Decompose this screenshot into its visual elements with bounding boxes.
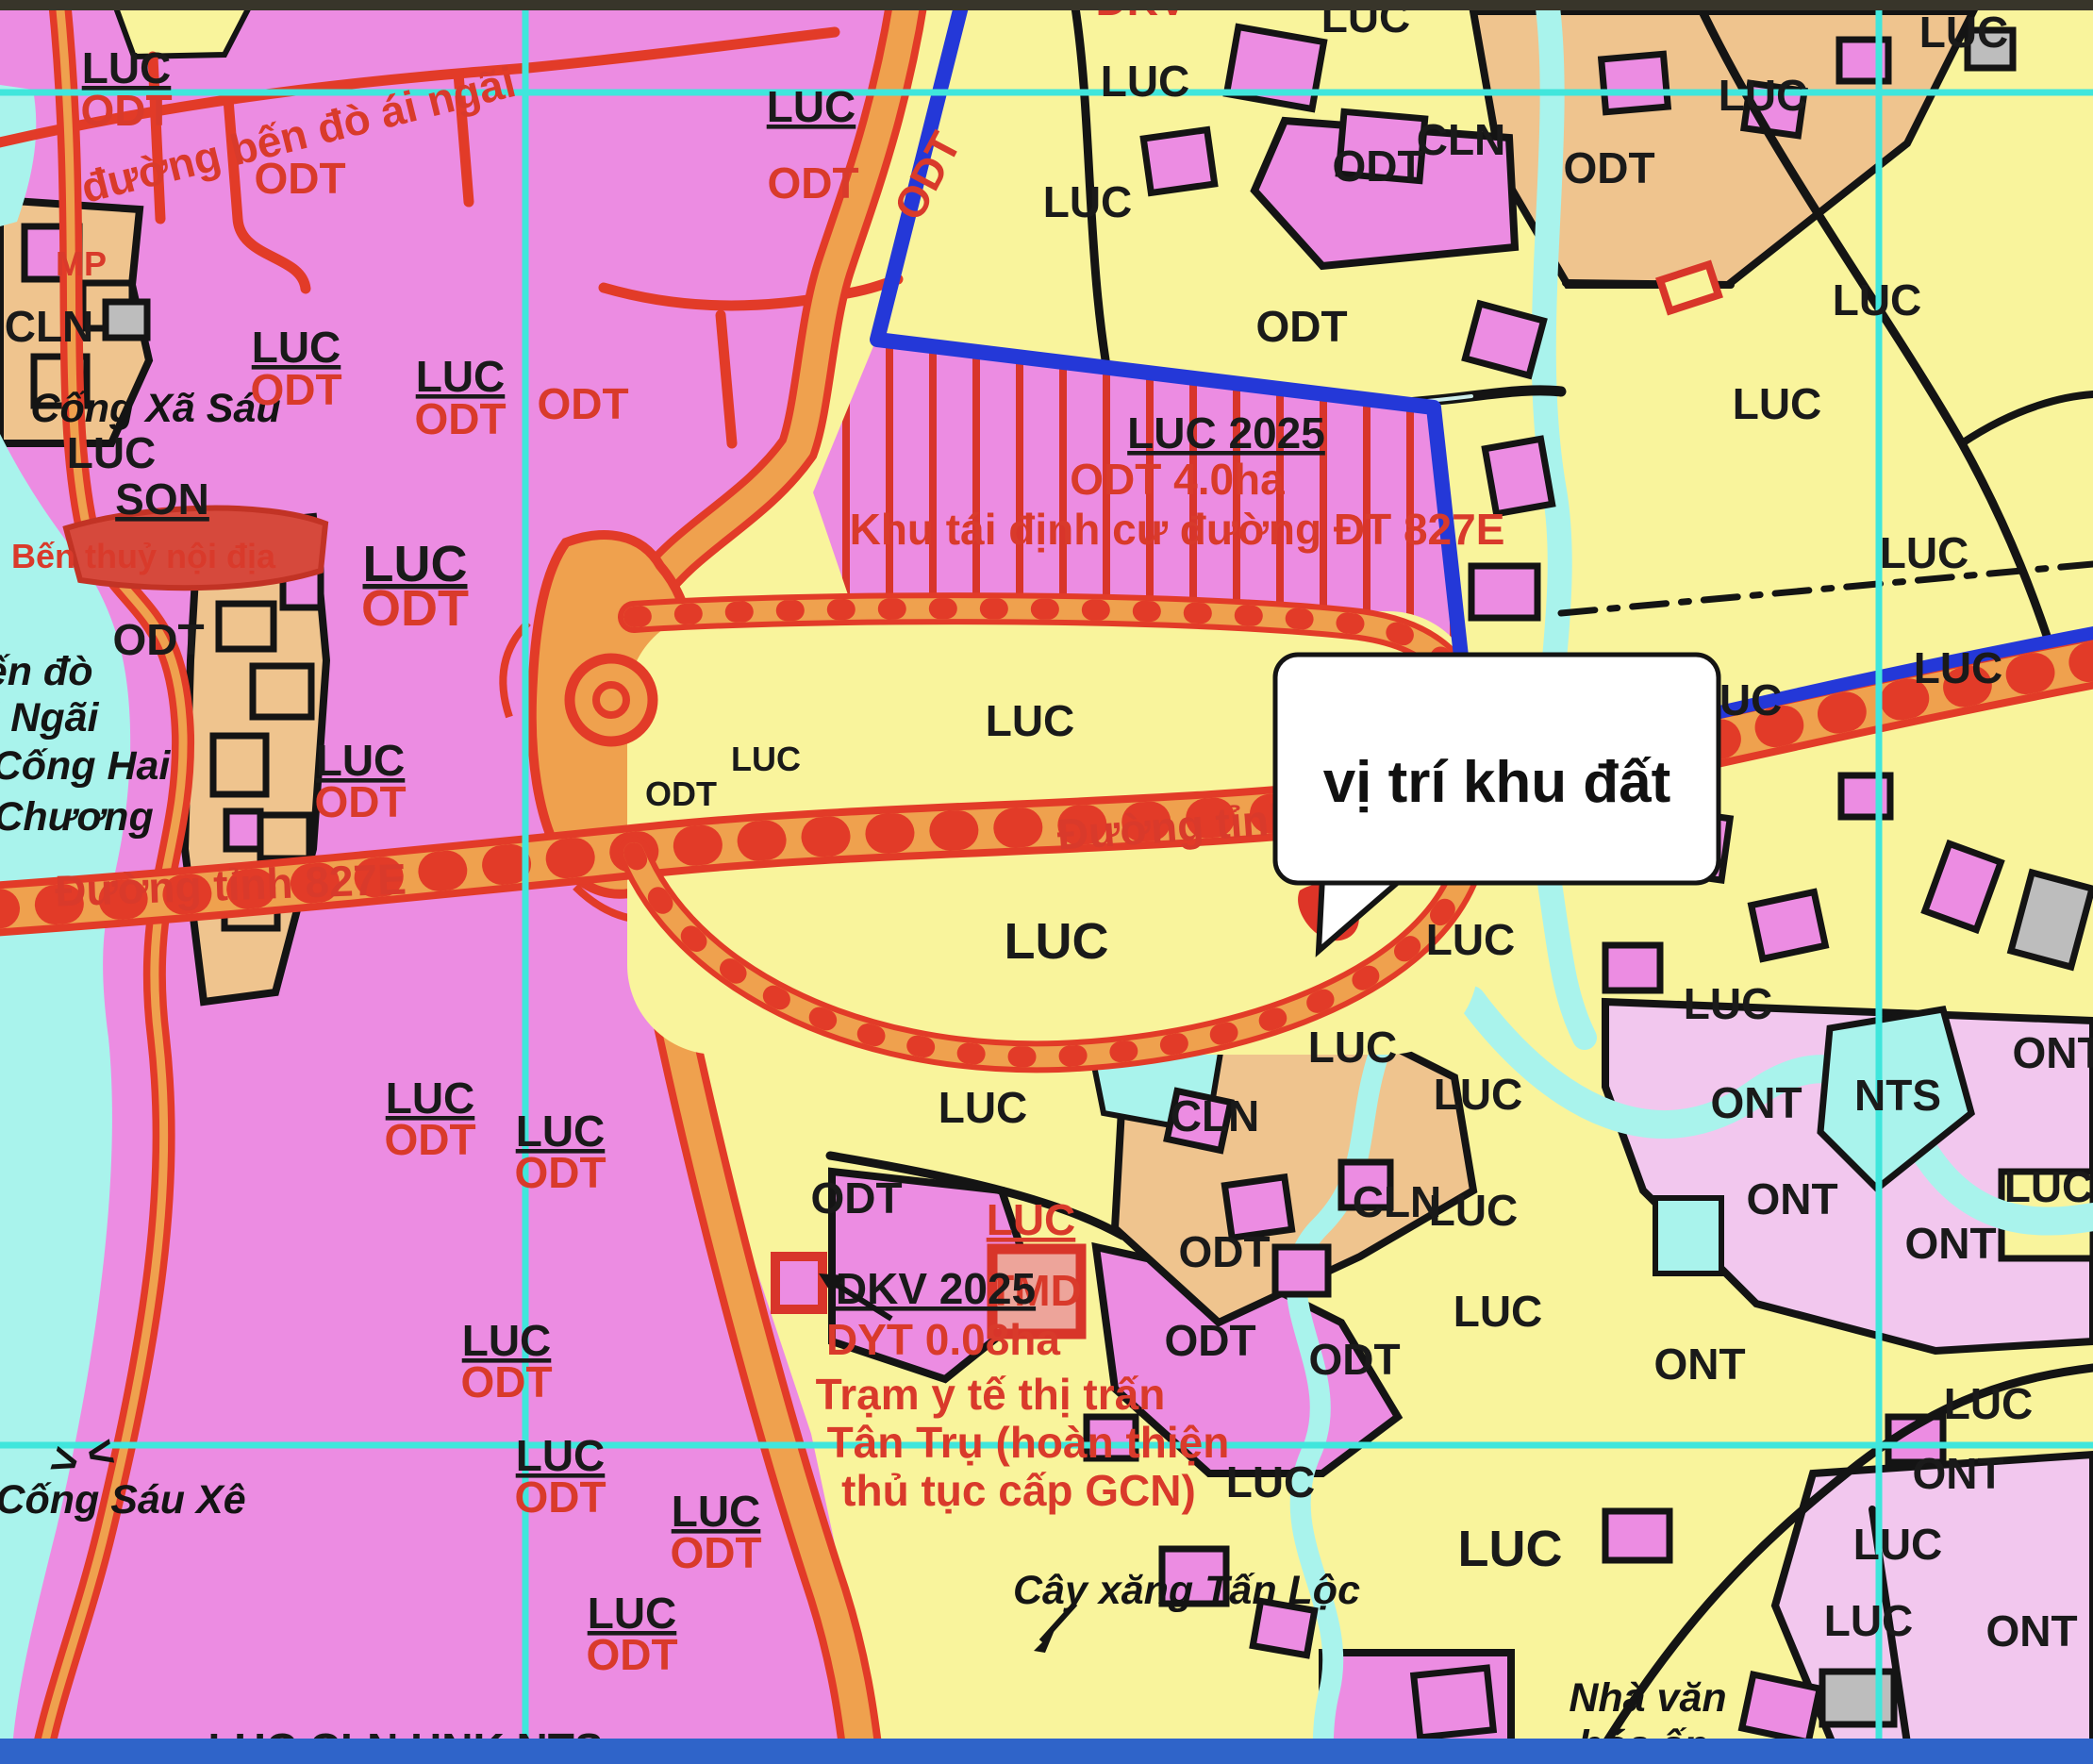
zone-label: LUC (987, 1195, 1076, 1244)
zone-label: CLN (1171, 1091, 1260, 1140)
plan-label: thủ tục cấp GCN) (841, 1466, 1196, 1515)
place-label: SON (115, 474, 209, 524)
zone-label: ODT (112, 615, 204, 664)
zone-label: ONT (1710, 1078, 1802, 1127)
zone-label: LUC (1426, 915, 1516, 964)
zone-label: ODT (1164, 1316, 1255, 1365)
zone-label: LUC (1914, 643, 2003, 692)
map-viewport: LUC ODT đường bến đò ái ngãi ODT MP Cống… (0, 0, 2093, 1764)
zone-label: ODT (250, 365, 341, 414)
zone-label: ODT (1255, 302, 1347, 351)
zone-label: ODT (810, 1173, 902, 1223)
zone-label: LUC (1833, 275, 1922, 325)
zone-label: LUC (1429, 1186, 1519, 1235)
roundabout-inner (596, 685, 626, 715)
zone-label: LUC (1043, 177, 1133, 226)
zone-label: ODT (384, 1115, 475, 1164)
place-label: Cây xăng Tấn Lộc (1013, 1568, 1360, 1613)
zone-label: LUC (1880, 528, 1969, 577)
zone-label: LUC (1453, 1287, 1543, 1336)
zone-label: LUC (67, 428, 157, 477)
zone-label: LUC (1005, 913, 1109, 970)
zone-label: LUC (939, 1083, 1028, 1132)
zone-label: LUC (1434, 1070, 1523, 1119)
zone-label: LUC (767, 82, 856, 131)
zone-label: LUC (1824, 1596, 1914, 1645)
zone-label: LUC (1733, 379, 1822, 428)
zone-label: LUC (1684, 979, 1773, 1028)
zone-label: ONT (1904, 1219, 1996, 1268)
callout-label: vị trí khu đất (1323, 750, 1671, 815)
place-label: Cống Sáu Xê (0, 1477, 246, 1523)
zone-label: ODT (537, 379, 628, 428)
zone-label: LUC (731, 740, 801, 778)
place-label: ái Ngãi (0, 695, 100, 741)
water-bit-b (1655, 1198, 1721, 1273)
plan-label: Tân Trụ (hoàn thiện (827, 1418, 1230, 1467)
top-dark-bar (0, 0, 2093, 10)
zone-label: ODT (514, 1148, 606, 1197)
zone-label: CLN (5, 302, 94, 351)
zone-label: LUC (1919, 8, 2009, 57)
zone-label: ODT (514, 1473, 606, 1522)
zone-label: ODT (460, 1357, 552, 1406)
zone-label: ONT (1912, 1449, 2003, 1498)
parcel-dyt-red (775, 1256, 822, 1309)
plan-label: Khu tái định cư đường ĐT 827E (850, 505, 1505, 554)
zone-label: ODT (645, 774, 717, 813)
zone-label: ODT (414, 394, 506, 443)
zone-label: ODT (1563, 143, 1654, 192)
zone-label: ODT (1332, 141, 1423, 191)
zone-label: LUC (986, 696, 1075, 745)
zone-label: ONT (1746, 1174, 1837, 1223)
zone-label: ODT (80, 86, 172, 135)
plan-label: DYT 0.08ha (826, 1315, 1060, 1364)
plan-label: ODT 4.0ha (1070, 455, 1285, 504)
place-label: Cống Xã Sáu (30, 386, 280, 431)
zone-label: ODT (314, 777, 406, 826)
zone-label: ODT (767, 158, 858, 208)
place-label: bến đò (0, 649, 92, 694)
zone-label: ODT (670, 1528, 761, 1577)
zone-label: LUC (2004, 1162, 2093, 1211)
zone-label: LUC (1226, 1457, 1316, 1506)
zone-label: LUC (1944, 1379, 2034, 1428)
zone-label: ONT (2012, 1028, 2093, 1077)
zone-label: ODT (1308, 1335, 1400, 1384)
zone-label: ODT (1178, 1227, 1270, 1276)
zone-label: LUC (1458, 1521, 1563, 1577)
zoning-map: LUC ODT đường bến đò ái ngãi ODT MP Cống… (0, 0, 2093, 1764)
plan-label: Trạm y tế thị trấn (816, 1370, 1166, 1419)
zone-label: LUC (1308, 1023, 1398, 1072)
zone-label: MP (56, 244, 107, 283)
bottom-blue-bar (0, 1739, 2093, 1764)
zone-label: ONT (1985, 1606, 2077, 1656)
place-label: Chương (0, 794, 154, 840)
place-label: Cống Hai (0, 743, 171, 789)
place-label: Nhà văn (1569, 1675, 1726, 1721)
zone-label: ODT (586, 1630, 677, 1679)
zone-label: LUC (1853, 1520, 1943, 1569)
zone-label: ODT (361, 580, 469, 637)
place-label: Bến thuỷ nội địa (11, 537, 276, 575)
zone-label: LUC (1101, 57, 1190, 106)
plan-label: LUC 2025 (1127, 408, 1325, 458)
zone-label: LUC (1719, 71, 1808, 120)
zone-label: NTS (1854, 1071, 1941, 1120)
zone-label: ONT (1653, 1340, 1745, 1389)
zone-label: ODT (254, 154, 345, 203)
zone-label: CLN (1353, 1177, 1442, 1226)
zone-label: CLN (1417, 115, 1506, 164)
